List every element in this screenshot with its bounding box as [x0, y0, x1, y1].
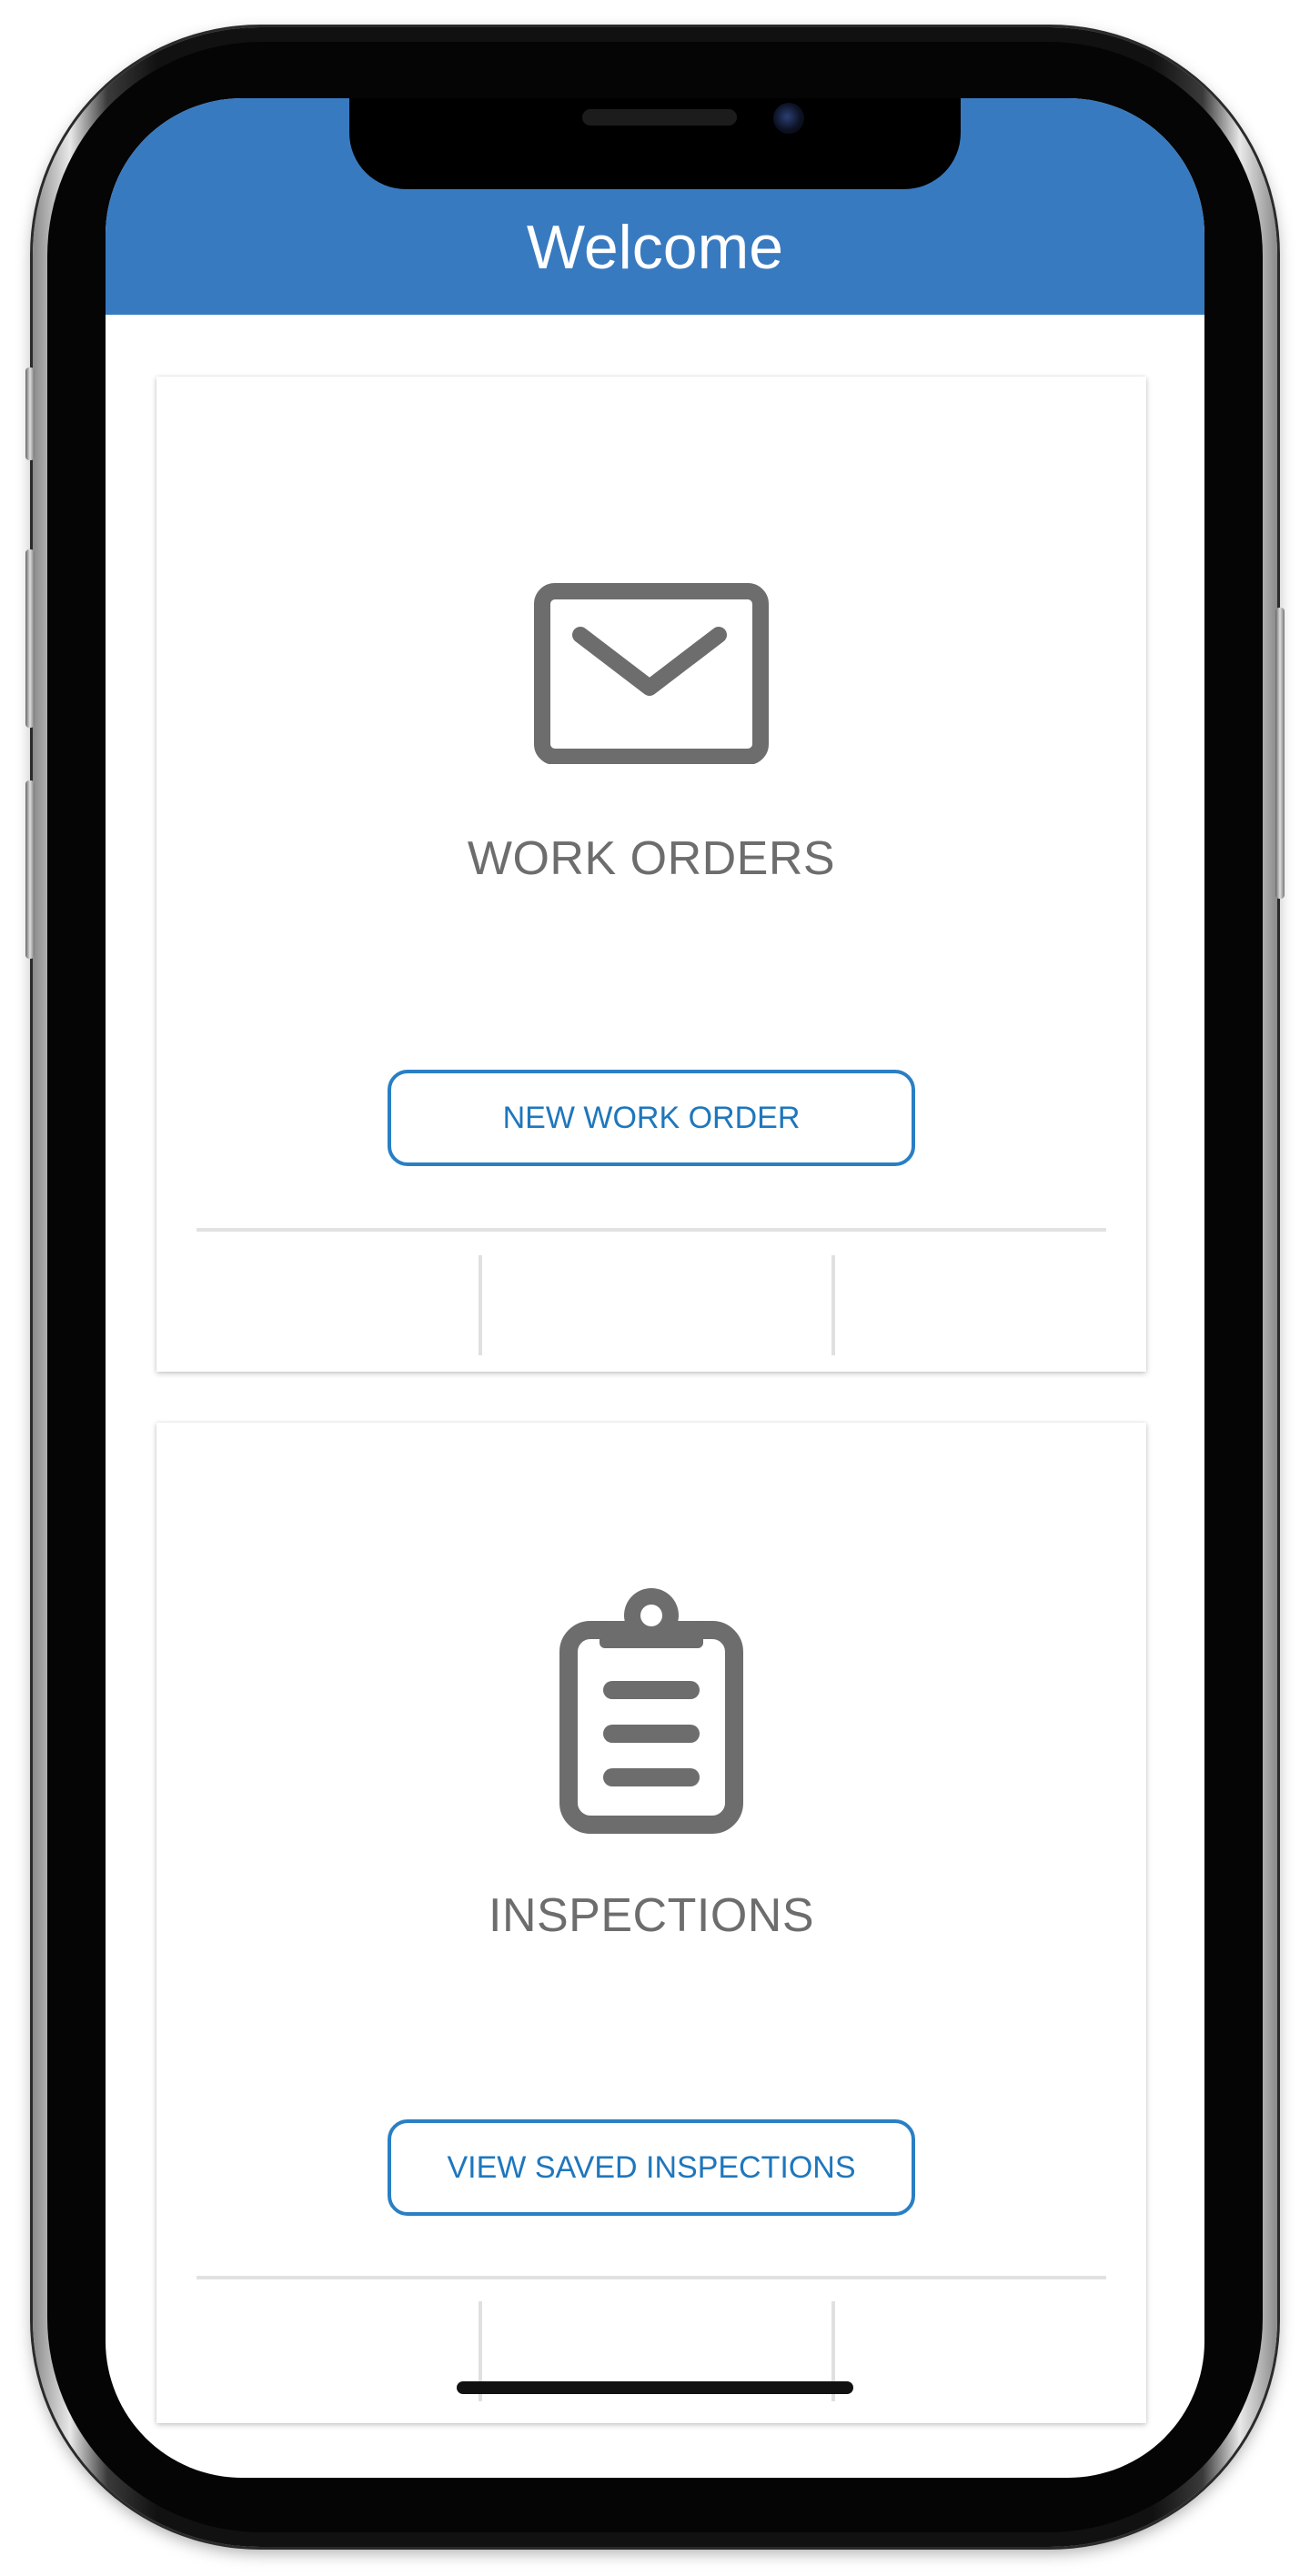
front-camera — [773, 103, 804, 134]
earpiece-speaker — [582, 109, 737, 126]
footer-action-middle[interactable] — [482, 1255, 831, 1355]
clipboard-icon — [156, 1583, 1146, 1837]
page-title: Welcome — [526, 213, 784, 282]
footer-action-right[interactable] — [835, 2301, 1146, 2401]
view-saved-inspections-button[interactable]: VIEW SAVED INSPECTIONS — [388, 2119, 915, 2216]
card-footer — [156, 1255, 1146, 1355]
footer-action-right[interactable] — [835, 1255, 1146, 1355]
work-orders-title: WORK ORDERS — [467, 832, 836, 885]
work-orders-card[interactable]: WORK ORDERS NEW WORK ORDER — [156, 377, 1146, 1372]
volume-up-button — [25, 549, 35, 728]
volume-down-button — [25, 780, 35, 959]
card-divider — [196, 1228, 1106, 1232]
inspections-title: INSPECTIONS — [489, 1889, 814, 1942]
silent-switch — [25, 367, 35, 460]
power-button — [1275, 608, 1285, 899]
inspections-card[interactable]: INSPECTIONS VIEW SAVED INSPECTIONS — [156, 1423, 1146, 2423]
new-work-order-button[interactable]: NEW WORK ORDER — [388, 1070, 915, 1166]
phone-screen: Welcome WORK ORDERS NEW WORK ORDER INSPE… — [106, 98, 1204, 2478]
notch — [349, 98, 961, 189]
footer-action-left[interactable] — [156, 1255, 479, 1355]
footer-action-left[interactable] — [156, 2301, 479, 2401]
home-indicator[interactable] — [457, 2381, 853, 2394]
card-divider — [196, 2276, 1106, 2279]
envelope-icon — [156, 582, 1146, 765]
